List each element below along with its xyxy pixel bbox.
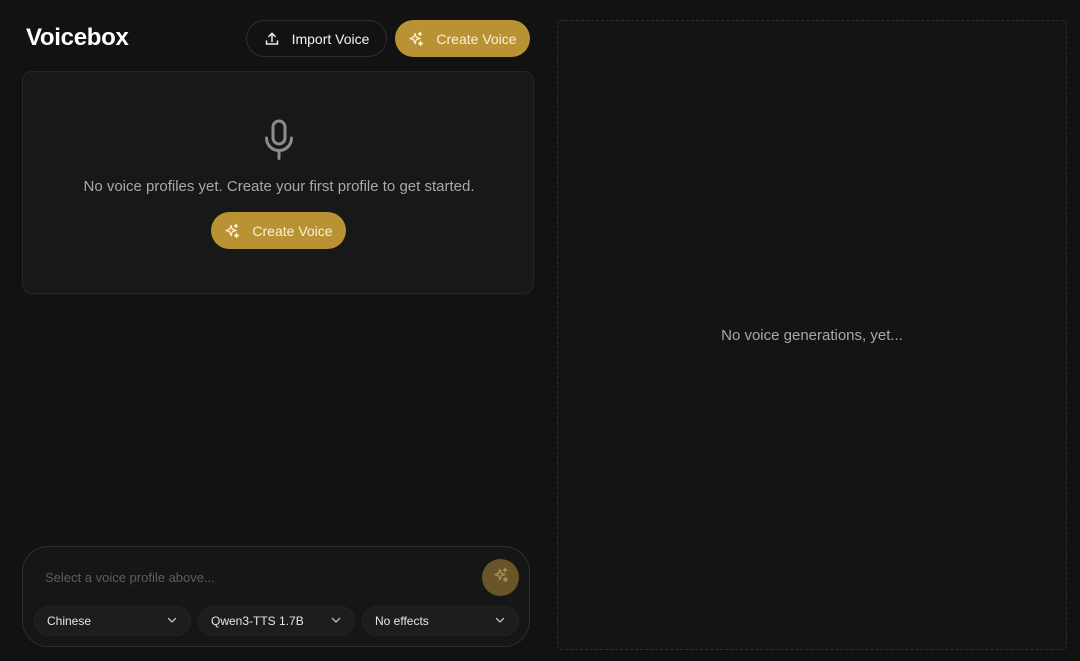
generate-button[interactable]	[482, 559, 519, 596]
sparkles-icon	[493, 567, 509, 588]
microphone-icon	[262, 118, 296, 167]
generation-composer: Chinese Qwen3-TTS 1.7B No effects	[22, 546, 530, 647]
sparkles-icon	[408, 31, 424, 47]
chevron-down-icon	[494, 614, 506, 629]
chevron-down-icon	[166, 614, 178, 629]
language-select-value: Chinese	[47, 614, 92, 628]
language-select[interactable]: Chinese	[34, 606, 191, 636]
empty-create-voice-label: Create Voice	[252, 222, 333, 239]
create-voice-button[interactable]: Create Voice	[395, 20, 530, 57]
effects-select-value: No effects	[375, 614, 429, 628]
text-prompt-input[interactable]	[45, 567, 465, 587]
empty-profiles-message: No voice profiles yet. Create your first…	[83, 178, 475, 195]
voice-generations-panel: No voice generations, yet...	[557, 20, 1067, 650]
import-voice-button[interactable]: Import Voice	[246, 20, 387, 57]
voice-profiles-panel: No voice profiles yet. Create your first…	[22, 71, 534, 294]
sparkles-icon	[224, 223, 240, 239]
app-title: Voicebox	[26, 24, 129, 51]
voicebox-app: Voicebox Import Voice Create Voice No vo…	[0, 0, 1080, 661]
model-select-value: Qwen3-TTS 1.7B	[211, 614, 304, 628]
create-voice-label: Create Voice	[436, 30, 517, 47]
import-voice-label: Import Voice	[291, 30, 370, 47]
model-select[interactable]: Qwen3-TTS 1.7B	[198, 606, 355, 636]
empty-create-voice-button[interactable]: Create Voice	[211, 212, 346, 249]
chevron-down-icon	[330, 614, 342, 629]
effects-select[interactable]: No effects	[362, 606, 519, 636]
upload-icon	[264, 31, 280, 47]
empty-generations-message: No voice generations, yet...	[721, 327, 903, 344]
